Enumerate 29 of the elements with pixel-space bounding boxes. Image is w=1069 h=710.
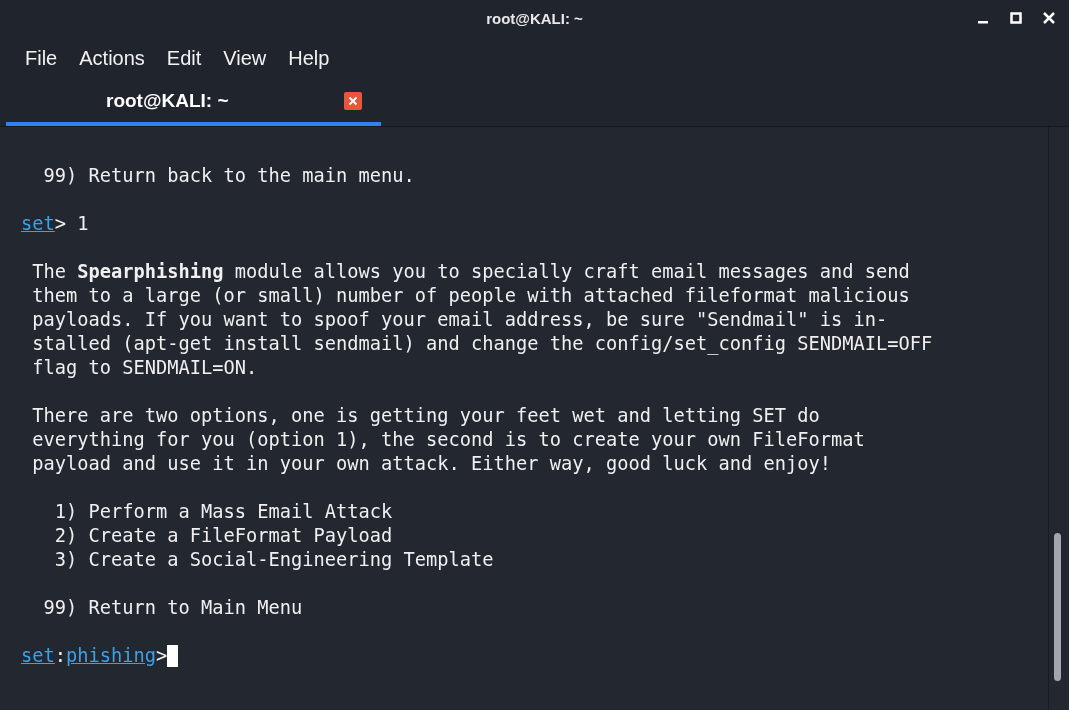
terminal-text: 3) Create a Social-Engineering Template: [53, 548, 494, 572]
menu-item[interactable]: Edit: [155, 46, 213, 70]
prompt-link[interactable]: phishing: [66, 644, 157, 668]
terminal-text: 99) Return to Main Menu: [42, 596, 303, 620]
prompt-link[interactable]: set: [21, 644, 55, 668]
menu-item[interactable]: Help: [277, 46, 341, 70]
terminal-text: payloads. If you want to spoof your email address, be sure "Sendmail" is in-: [31, 308, 888, 332]
terminal-text: them to a large (or small) number of people with attached fileformat malicious: [31, 284, 910, 308]
terminal-text: 2) Create a FileFormat Payload: [53, 524, 393, 548]
maximize-icon[interactable]: [1010, 12, 1022, 24]
tab[interactable]: root@KALI: ~: [6, 80, 381, 126]
terminal-text: 99) Return back to the main menu.: [42, 164, 415, 188]
terminal-text: > 1: [54, 212, 89, 236]
menu-item[interactable]: Actions: [68, 46, 156, 70]
terminal-text: stalled (apt-get install sendmail) and change the config/set_config SENDMAIL=OFF: [31, 332, 933, 356]
terminal-text: :: [54, 644, 67, 668]
close-icon[interactable]: [1043, 12, 1055, 24]
menu-item[interactable]: View: [212, 46, 278, 70]
menu-item[interactable]: File: [14, 46, 69, 70]
terminal-text: >: [156, 644, 168, 668]
prompt-link[interactable]: set: [21, 212, 55, 236]
terminal-text: The Spearphishing module allows you to specially craft email messages and send: [31, 260, 910, 284]
scrollbar-thumb[interactable]: [1054, 533, 1061, 681]
terminal-text: everything for you (option 1), the second is to create your own FileFormat: [31, 428, 865, 452]
terminal-text: 1) Perform a Mass Email Attack: [53, 500, 393, 524]
terminal-text: There are two options, one is getting your feet wet and letting SET do: [31, 404, 820, 428]
terminal-text: flag to SENDMAIL=ON.: [31, 356, 258, 380]
window-title: root@KALI: ~: [486, 9, 583, 27]
terminal-text: payload and use it in your own attack. Either way, good luck and enjoy!: [31, 452, 832, 476]
